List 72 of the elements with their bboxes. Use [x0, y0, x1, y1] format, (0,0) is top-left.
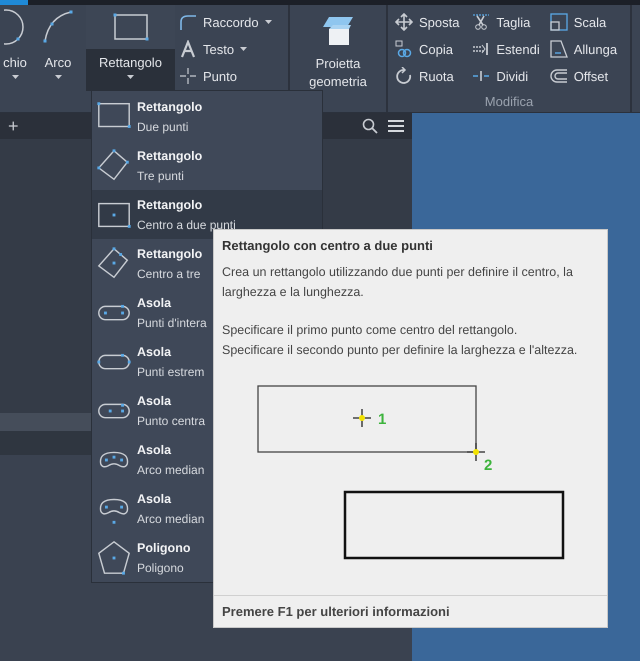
menu-item[interactable]: Poligono Poligono	[92, 533, 322, 582]
menu-item-title: Asola	[137, 394, 172, 408]
ribbon-button[interactable]: Scala	[550, 11, 629, 33]
ribbon-button[interactable]: Raccordo	[179, 11, 287, 33]
ribbon-button[interactable]: Ruota	[395, 65, 468, 87]
tooltip-footer: Premere F1 per ulteriori informazioni	[214, 595, 607, 627]
menu-item-subtitle: Poligono	[137, 560, 185, 574]
copy-icon	[395, 40, 413, 58]
ribbon-button[interactable]: Punto	[179, 65, 287, 87]
caret-icon	[12, 75, 18, 79]
search-icon[interactable]	[362, 118, 378, 134]
caret-icon	[127, 75, 134, 79]
rotate-icon	[395, 67, 413, 85]
menu-item-title: Rettangolo	[137, 198, 204, 212]
panel-title: Modifica	[484, 94, 534, 109]
ribbon-button[interactable]: Rettangolo	[86, 5, 175, 91]
ribbon-button[interactable]: Sposta	[395, 11, 468, 33]
tooltip-instruction: Specificare il secondo punto per definire la larghezza e l'altezza.	[222, 342, 578, 359]
ribbon-button[interactable]: Allunga	[550, 38, 629, 60]
menu-item-title: Rettangolo	[137, 246, 202, 260]
arc-icon	[41, 9, 75, 45]
offset-icon	[550, 67, 568, 85]
menu-item-title: Rettangolo	[137, 100, 202, 114]
ribbon-button[interactable]: Copia	[395, 38, 468, 60]
menu-item[interactable]: Asola Arco median	[92, 435, 322, 484]
menu-item-title: Asola	[137, 492, 172, 506]
menu-item-title: Asola	[137, 442, 172, 456]
ribbon-button[interactable]: Testo	[179, 38, 287, 60]
crosshair-icon	[352, 408, 372, 428]
scissors-icon	[472, 13, 490, 31]
menu-item-subtitle: Centro a due punti	[137, 218, 236, 232]
tooltip-description: Crea un rettangolo utilizzando due punti per definire il centro, la larghezza e la lunghezza.	[222, 264, 574, 301]
menu-item-subtitle: Arco median	[137, 462, 204, 476]
caret-icon	[264, 20, 272, 24]
move-icon	[395, 13, 413, 31]
extend-icon	[472, 40, 490, 58]
menu-item-subtitle: Centro a tre	[137, 266, 202, 280]
caret-icon	[240, 47, 248, 51]
tooltip-title: Rettangolo con centro a due punti	[222, 238, 434, 253]
scale-icon	[550, 13, 568, 31]
menu-item-title: Asola	[137, 344, 172, 358]
ribbon-button[interactable]: Dividi	[472, 65, 546, 87]
tooltip-instruction: Specificare il primo punto come centro del rettangolo.	[222, 322, 518, 339]
ribbon-button[interactable]: Taglia	[472, 11, 546, 33]
menu-item-subtitle: Punto centra	[137, 414, 206, 428]
caret-icon	[54, 75, 62, 79]
menu-icon[interactable]	[388, 119, 404, 133]
menu-item-subtitle: Tre punti	[137, 168, 185, 182]
menu-item-title: Poligono	[137, 540, 190, 554]
title-bar-accent	[0, 0, 28, 5]
stretch-icon	[550, 40, 568, 58]
menu-item-title: Rettangolo	[137, 148, 202, 162]
ribbon-button[interactable]: chio	[0, 5, 30, 91]
menu-item[interactable]: Rettangolo Centro a due punti	[92, 190, 322, 239]
menu-item-subtitle: Arco median	[137, 512, 204, 526]
ribbon-button[interactable]: Arco	[30, 5, 86, 91]
rectangle-icon	[112, 13, 148, 41]
crosshair-icon	[466, 442, 486, 462]
point-label: 1	[378, 411, 386, 428]
menu-item-subtitle: Due punti	[137, 120, 190, 134]
add-tab-button[interactable]: +	[8, 116, 19, 136]
letter-icon	[179, 40, 197, 58]
point-label: 2	[484, 457, 492, 474]
crosshair-icon	[179, 67, 197, 85]
menu-item-title: Asola	[137, 296, 172, 310]
menu-item[interactable]: Rettangolo Tre punti	[92, 141, 322, 190]
fillet-icon	[179, 13, 197, 31]
ribbon-button[interactable]: Offset	[550, 65, 629, 87]
menu-item-subtitle: Punti d'intera	[137, 316, 207, 330]
ribbon-button[interactable]: Estendi	[472, 38, 546, 60]
menu-item-subtitle: Punti estrem	[137, 364, 204, 378]
menu-item[interactable]: Asola Arco median	[92, 484, 322, 533]
